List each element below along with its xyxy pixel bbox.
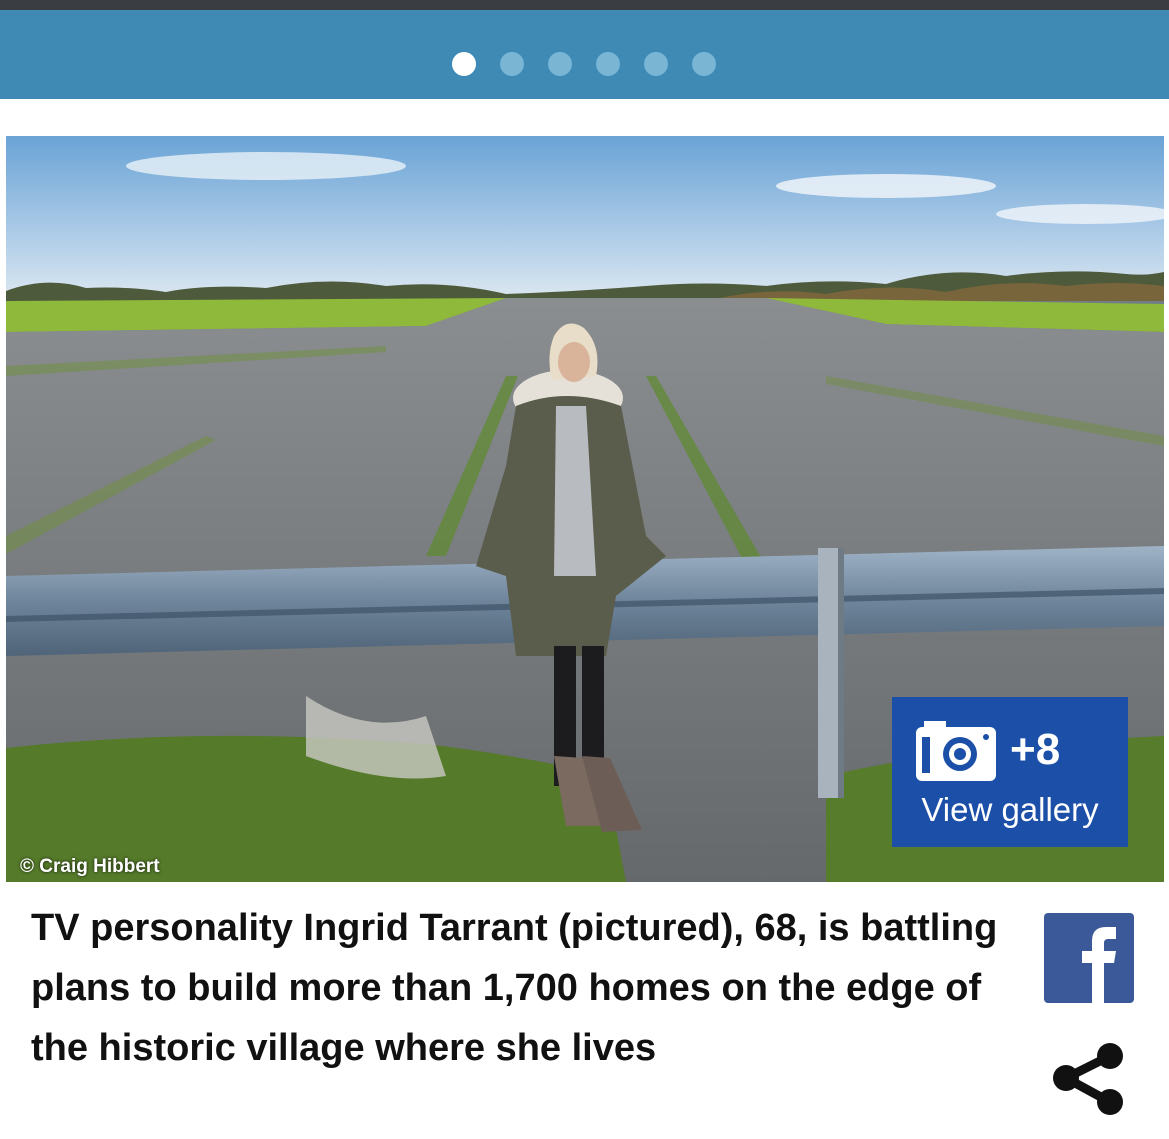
camera-icon xyxy=(916,721,996,781)
carousel-dots xyxy=(452,52,716,76)
top-edge-bar xyxy=(0,0,1169,10)
carousel-dot-3[interactable] xyxy=(548,52,572,76)
carousel-dot-5[interactable] xyxy=(644,52,668,76)
carousel-dot-6[interactable] xyxy=(692,52,716,76)
view-gallery-button[interactable]: +8 View gallery xyxy=(892,697,1128,847)
photo-credit: © Craig Hibbert xyxy=(20,856,160,877)
carousel-dot-1[interactable] xyxy=(452,52,476,76)
carousel-dot-4[interactable] xyxy=(596,52,620,76)
article-photo[interactable]: © Craig Hibbert +8 View gallery xyxy=(6,136,1164,882)
share-button[interactable] xyxy=(1048,1040,1130,1118)
facebook-share-button[interactable] xyxy=(1044,913,1134,1003)
photo-caption: TV personality Ingrid Tarrant (pictured)… xyxy=(31,907,998,1069)
carousel-dot-2[interactable] xyxy=(500,52,524,76)
gallery-label: View gallery xyxy=(921,791,1099,828)
carousel-pagination-bar xyxy=(0,10,1169,99)
share-icon xyxy=(1053,1043,1123,1115)
facebook-icon xyxy=(1082,927,1116,1003)
gallery-count: +8 xyxy=(1010,725,1061,774)
